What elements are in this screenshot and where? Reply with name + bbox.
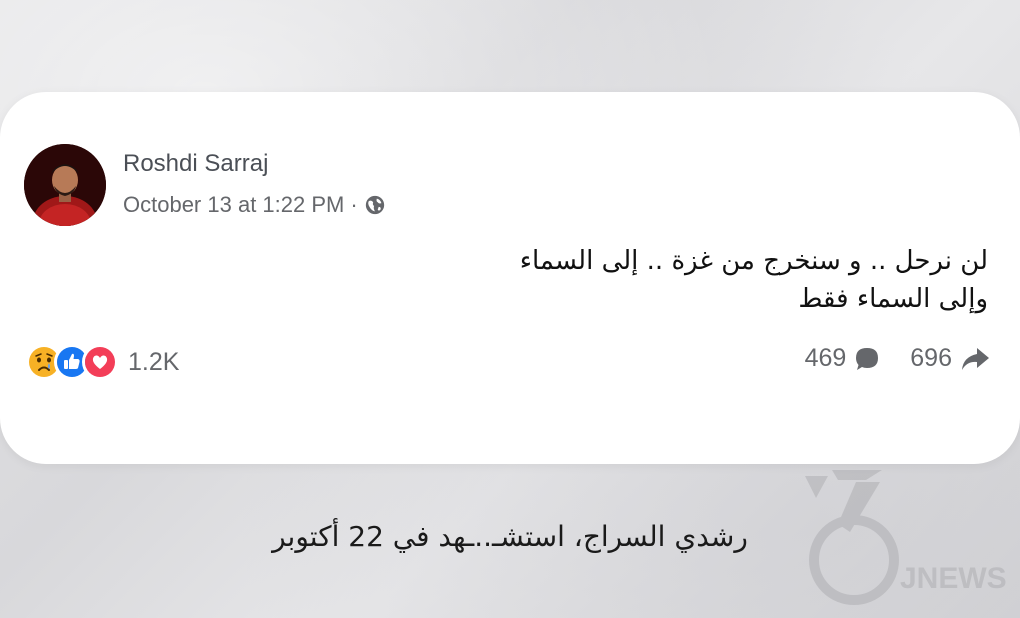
watermark-text: JNEWS (900, 562, 1007, 595)
comment-icon (856, 347, 879, 370)
comments-stat[interactable]: 469 (805, 344, 881, 373)
facebook-post-card: Roshdi Sarraj October 13 at 1:22 PM · لن… (0, 92, 1020, 464)
shares-stat[interactable]: 696 (910, 344, 990, 373)
reaction-count[interactable]: 1.2K (128, 348, 179, 377)
post-timestamp[interactable]: October 13 at 1:22 PM (123, 192, 344, 218)
post-text-line: لن نرحل .. و سنخرج من غزة .. إلى السماء (519, 246, 988, 276)
love-reaction-icon (82, 344, 118, 380)
engagement-stats: 469 696 (805, 344, 990, 373)
globe-icon (365, 195, 384, 215)
post-meta: October 13 at 1:22 PM · (123, 192, 386, 218)
profile-avatar[interactable] (24, 144, 106, 226)
post-text: لن نرحل .. و سنخرج من غزة .. إلى السماء … (520, 242, 988, 318)
share-count: 696 (910, 344, 952, 372)
meta-separator: · (350, 192, 358, 217)
reactions-summary[interactable]: 1.2K (26, 344, 179, 380)
author-name[interactable]: Roshdi Sarraj (123, 150, 268, 178)
comment-count: 469 (804, 344, 847, 372)
share-icon (962, 347, 989, 370)
post-text-line: وإلى السماء فقط (798, 284, 988, 314)
logo-watermark: JNEWS (805, 470, 1007, 605)
caption-text: رشدي السراج، استشـ..ـهد في 22 أكتوبر (272, 520, 748, 553)
